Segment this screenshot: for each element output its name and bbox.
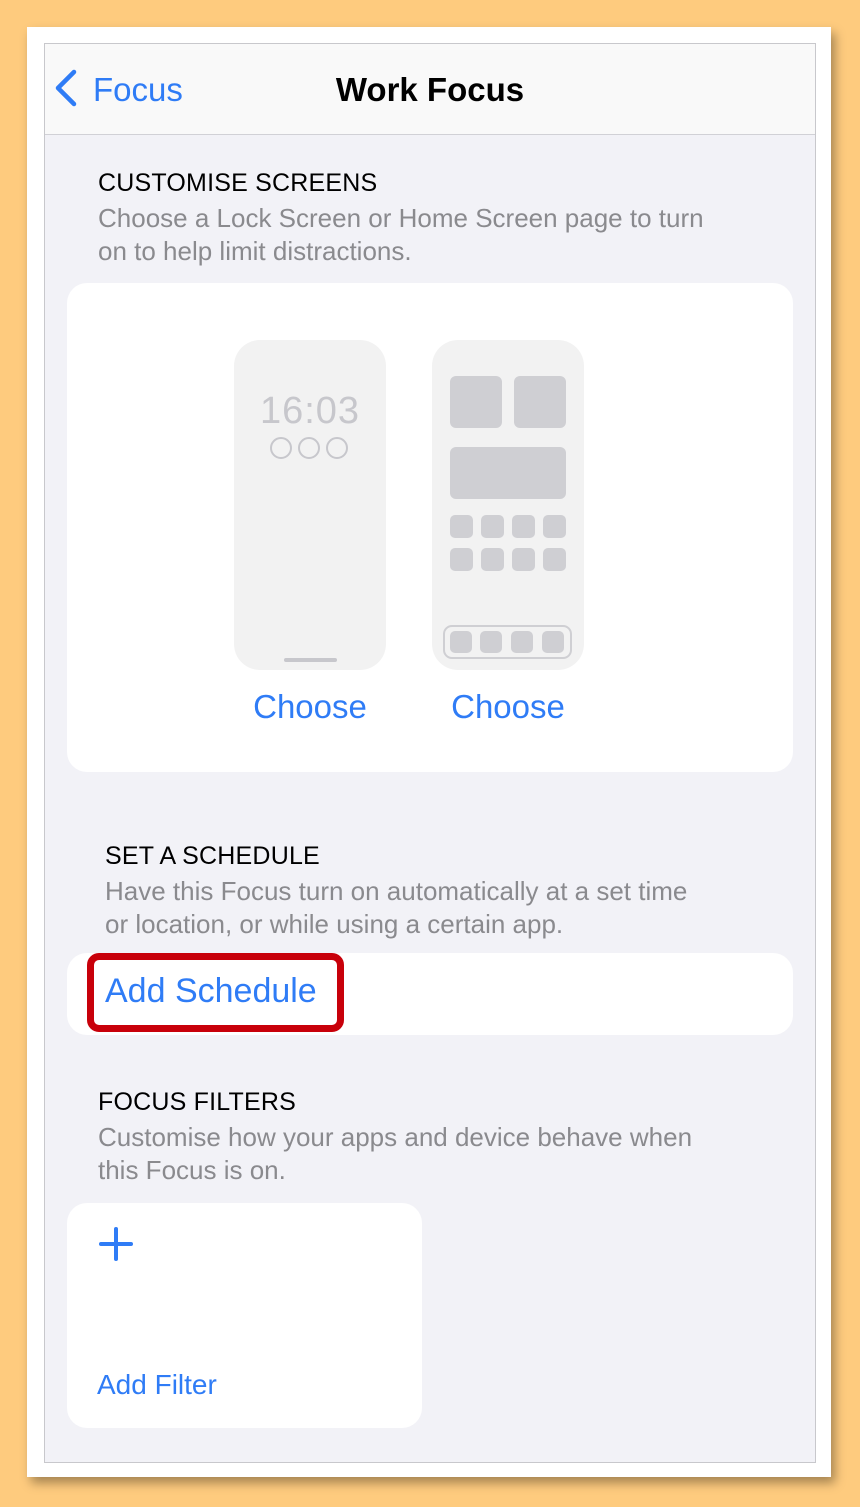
highlight-box [87, 953, 344, 1032]
plus-icon[interactable] [97, 1225, 135, 1263]
page-title: Work Focus [335, 71, 525, 108]
set-schedule-description-line2: or location, or while using a certain ap… [105, 909, 564, 939]
customise-screens-description-line2: on to help limit distractions. [98, 236, 412, 266]
settings-screen: Focus Work Focus CUSTOMISE SCREENS Choos… [44, 43, 816, 1463]
dock [443, 625, 572, 659]
widget-placeholder [514, 376, 566, 428]
widget-circle-icon [270, 437, 292, 459]
focus-filters-description-line2: this Focus is on. [98, 1155, 286, 1185]
lock-screen-time: 16:03 [259, 390, 361, 432]
home-indicator [284, 658, 337, 662]
set-schedule-header: SET A SCHEDULE [105, 842, 320, 870]
dock-app-icon [511, 631, 533, 653]
customise-screens-description-line1: Choose a Lock Screen or Home Screen page… [98, 203, 704, 233]
home-screen-preview[interactable] [432, 340, 584, 670]
lock-screen-widgets [270, 437, 348, 459]
customise-screens-header: CUSTOMISE SCREENS [98, 169, 378, 197]
choose-home-screen-button[interactable]: Choose [432, 688, 584, 726]
widget-placeholder [450, 447, 566, 499]
widget-placeholder [450, 376, 502, 428]
app-placeholder-icon [481, 548, 504, 571]
app-placeholder-icon [512, 548, 535, 571]
app-placeholder-icon [543, 515, 566, 538]
dock-app-icon [480, 631, 502, 653]
dock-app-icon [450, 631, 472, 653]
add-filter-card[interactable]: Add Filter [67, 1203, 422, 1428]
widget-circle-icon [298, 437, 320, 459]
app-placeholder-icon [512, 515, 535, 538]
choose-lock-screen-button[interactable]: Choose [234, 688, 386, 726]
app-placeholder-icon [481, 515, 504, 538]
app-placeholder-icon [450, 548, 473, 571]
app-placeholder-icon [450, 515, 473, 538]
lock-screen-preview[interactable]: 16:03 [234, 340, 386, 670]
focus-filters-description-line1: Customise how your apps and device behav… [98, 1122, 693, 1152]
screens-card: 16:03 Choose Choose [67, 283, 793, 772]
focus-filters-header: FOCUS FILTERS [98, 1088, 296, 1116]
dock-app-icon [542, 631, 564, 653]
navigation-bar: Focus Work Focus [45, 44, 815, 135]
add-filter-button[interactable]: Add Filter [97, 1369, 217, 1401]
set-schedule-description-line1: Have this Focus turn on automatically at… [105, 876, 688, 906]
app-placeholder-icon [543, 548, 566, 571]
widget-circle-icon [326, 437, 348, 459]
